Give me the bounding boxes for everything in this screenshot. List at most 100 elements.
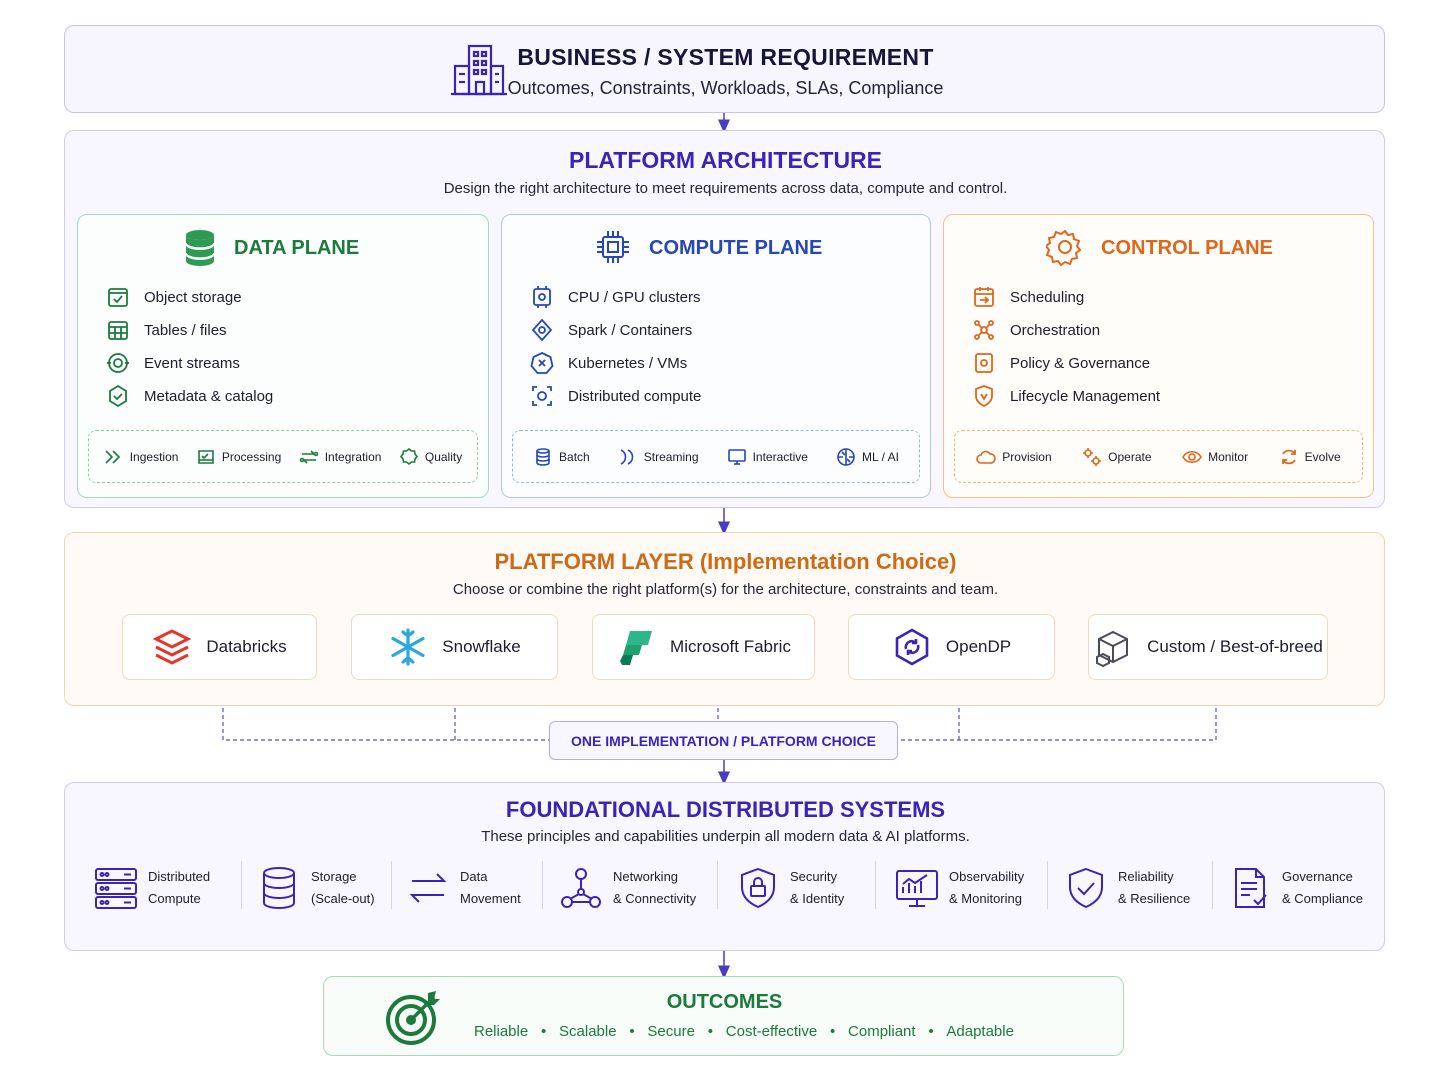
control-plane-title: CONTROL PLANE xyxy=(1101,237,1273,259)
foundational-item-observability: Observability & Monitoring xyxy=(895,863,1024,913)
platform-subtitle: Choose or combine the right platform(s) … xyxy=(452,581,999,598)
business-requirement-box: BUSINESS / SYSTEM REQUIREMENT Outcomes, … xyxy=(64,25,1385,113)
control-plane-item: Lifecycle Management xyxy=(972,383,1160,409)
event-stream-icon xyxy=(107,353,129,373)
eye-icon xyxy=(1182,450,1203,463)
foundational-item-reliability: Reliability & Resilience xyxy=(1064,863,1190,913)
orchestration-icon xyxy=(974,320,994,340)
platform-option-opendp[interactable]: OpenDP xyxy=(848,614,1055,680)
server-rack-icon xyxy=(95,868,137,909)
document-check-icon xyxy=(1235,868,1267,908)
table-icon xyxy=(108,321,128,340)
processing-icon xyxy=(198,449,214,464)
chart-monitor-icon xyxy=(896,870,938,907)
data-plane-card: DATA PLANE Object storage Tables / files… xyxy=(77,214,489,498)
outcomes-title: OUTCOMES xyxy=(666,991,783,1013)
platform-title: PLATFORM LAYER (Implementation Choice) xyxy=(494,549,957,574)
bullet: • xyxy=(540,1023,547,1040)
catalog-badge-icon xyxy=(109,384,127,408)
chip-operate: Operate xyxy=(1082,447,1152,467)
foundational-item-governance: Governance & Compliance xyxy=(1228,863,1363,913)
foundational-item-networking: Networking & Connectivity xyxy=(559,863,696,913)
chip-processing: Processing xyxy=(196,447,281,467)
foundational-item-data-movement: Data Movement xyxy=(406,863,521,913)
divider xyxy=(241,861,242,909)
platform-option-databricks[interactable]: Databricks xyxy=(122,614,317,680)
chip-provision: Provision xyxy=(976,447,1052,467)
chip-batch: Batch xyxy=(533,447,590,467)
database-icon xyxy=(182,228,218,268)
brain-icon xyxy=(837,447,855,466)
opendp-logo-icon xyxy=(895,628,929,666)
compute-plane-card: COMPUTE PLANE CPU / GPU clusters Spark /… xyxy=(501,214,931,498)
compute-plane-item: Spark / Containers xyxy=(530,317,692,343)
snowflake-logo-icon xyxy=(391,628,425,666)
distributed-compute-icon xyxy=(532,386,552,406)
architecture-subtitle: Design the right architecture to meet re… xyxy=(443,180,1008,197)
chip-cpu-icon xyxy=(594,228,632,266)
business-subtitle: Outcomes, Constraints, Workloads, SLAs, … xyxy=(507,78,944,98)
platform-layer-box: PLATFORM LAYER (Implementation Choice) C… xyxy=(64,532,1385,706)
shield-lock-icon xyxy=(741,867,775,909)
arrows-exchange-icon xyxy=(409,873,447,903)
data-plane-item: Object storage xyxy=(106,284,242,310)
bullet: • xyxy=(629,1023,635,1040)
chip-ingestion: Ingestion xyxy=(104,447,178,467)
divider xyxy=(542,861,543,909)
gear-icon xyxy=(1046,228,1084,266)
storage-check-icon xyxy=(108,288,128,307)
foundational-title: FOUNDATIONAL DISTRIBUTED SYSTEMS xyxy=(505,797,946,822)
network-nodes-icon xyxy=(561,868,601,908)
chip-quality: Quality xyxy=(399,447,462,467)
chip-streaming: Streaming xyxy=(618,447,699,467)
data-plane-item: Event streams xyxy=(106,350,240,376)
foundational-item-security: Security & Identity xyxy=(736,863,844,913)
foundational-systems-box: FOUNDATIONAL DISTRIBUTED SYSTEMS These p… xyxy=(64,782,1385,951)
divider xyxy=(1047,861,1048,909)
chip-evolve: Evolve xyxy=(1279,447,1341,467)
kubernetes-icon xyxy=(530,352,554,374)
data-plane-title: DATA PLANE xyxy=(234,237,360,259)
divider xyxy=(717,861,718,909)
lifecycle-shield-icon xyxy=(975,385,993,408)
control-plane-item: Policy & Governance xyxy=(972,350,1150,376)
container-icon xyxy=(531,318,553,342)
data-plane-item: Tables / files xyxy=(106,317,227,343)
architecture-title: PLATFORM ARCHITECTURE xyxy=(568,147,883,173)
operate-gears-icon xyxy=(1083,447,1102,466)
monitor-icon xyxy=(727,448,746,465)
cube-icon xyxy=(1096,630,1129,667)
ingestion-icon xyxy=(105,449,120,464)
compute-plane-chips: Batch Streaming Interactive ML / AI xyxy=(512,430,920,483)
streaming-icon xyxy=(620,448,634,465)
outcome-item: Scalable xyxy=(559,1023,617,1040)
control-plane-item: Scheduling xyxy=(972,284,1084,310)
chip-integration: Integration xyxy=(299,447,381,467)
cloud-icon xyxy=(976,450,997,464)
control-plane-item: Orchestration xyxy=(972,317,1100,343)
compute-plane-title: COMPUTE PLANE xyxy=(649,237,823,259)
outcome-item: Compliant xyxy=(848,1023,916,1040)
policy-icon xyxy=(975,353,993,373)
divider xyxy=(391,861,392,909)
compute-plane-item: Kubernetes / VMs xyxy=(530,350,687,376)
control-plane-card: CONTROL PLANE Scheduling Orchestration P… xyxy=(943,214,1374,498)
platform-option-microsoft-fabric[interactable]: Microsoft Fabric xyxy=(592,614,815,680)
databricks-logo-icon xyxy=(152,629,192,665)
platform-option-custom[interactable]: Custom / Best-of-breed xyxy=(1088,614,1328,680)
fabric-logo-icon xyxy=(620,631,653,665)
foundational-item-compute: Distributed Compute xyxy=(94,863,210,913)
data-plane-chips: Ingestion Processing Integration Quality xyxy=(88,430,478,483)
outcome-item: Secure xyxy=(647,1023,695,1040)
outcomes-box: OUTCOMES Reliable • Scalable • Secure • … xyxy=(323,976,1124,1056)
batch-icon xyxy=(536,447,550,466)
outcome-item: Adaptable xyxy=(946,1023,1014,1040)
chip-interactive: Interactive xyxy=(727,447,808,467)
outcomes-list: Reliable • Scalable • Secure • Cost-effe… xyxy=(474,1023,1014,1040)
integration-icon xyxy=(299,449,319,464)
data-plane-item: Metadata & catalog xyxy=(106,383,273,409)
divider xyxy=(875,861,876,909)
platform-option-snowflake[interactable]: Snowflake xyxy=(351,614,558,680)
shield-check-icon xyxy=(1069,867,1103,909)
platform-architecture-box: PLATFORM ARCHITECTURE Design the right a… xyxy=(64,130,1385,508)
